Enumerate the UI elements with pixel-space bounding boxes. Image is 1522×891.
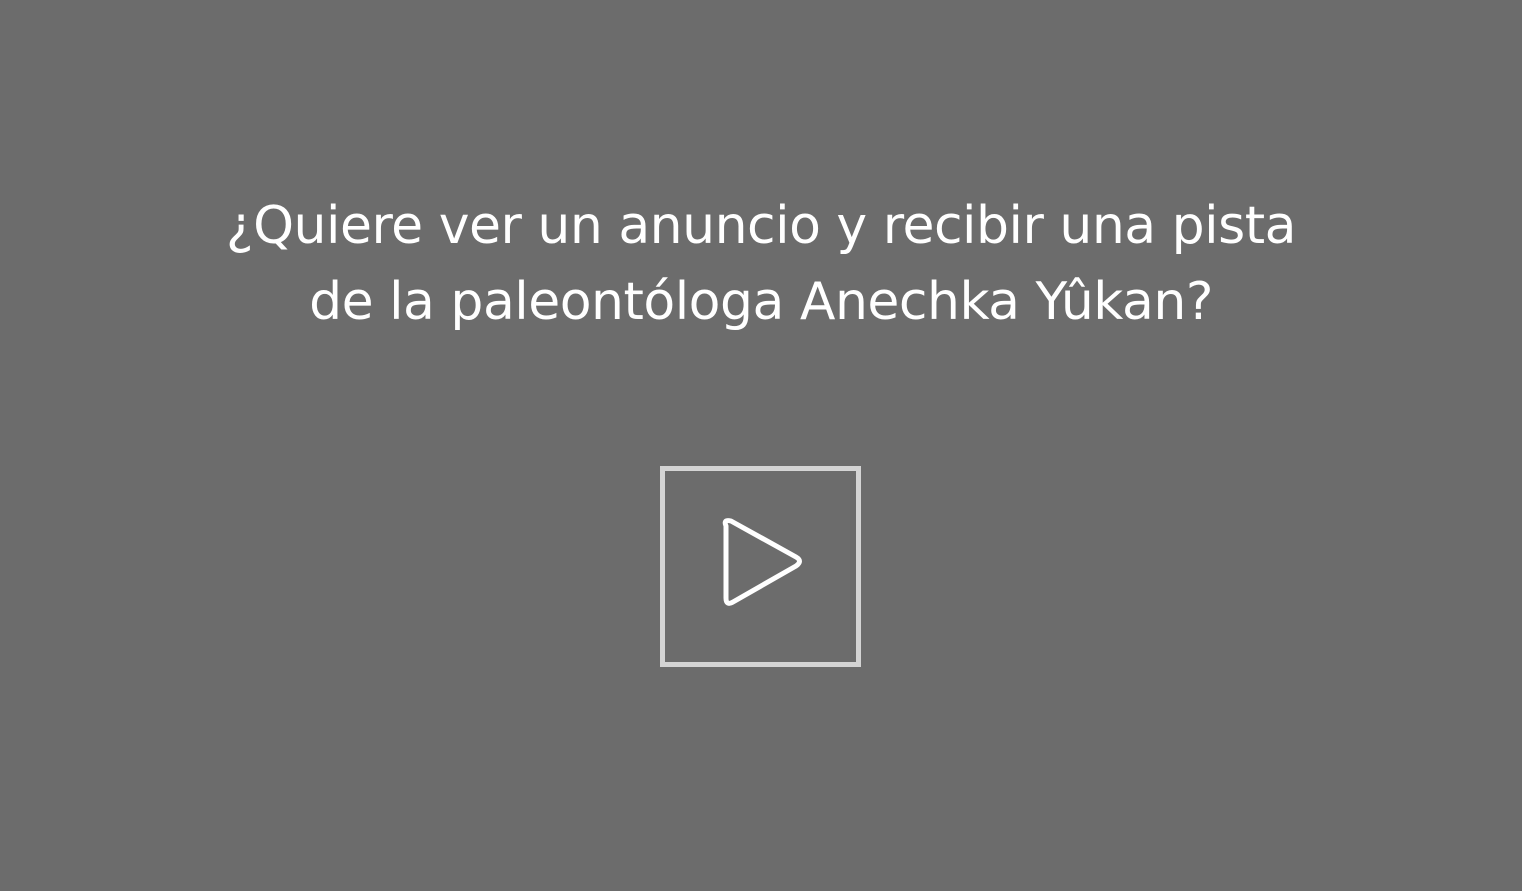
prompt-line-1: ¿Quiere ver un anuncio y recibir una pis… [226,196,1296,256]
ad-offer-prompt: ¿Quiere ver un anuncio y recibir una pis… [0,188,1522,340]
prompt-line-2: de la paleontóloga Anechka Yûkan? [309,272,1213,332]
watch-ad-play-button[interactable] [660,466,861,667]
play-icon [722,518,802,606]
ad-offer-screen: ¿Quiere ver un anuncio y recibir una pis… [0,0,1522,891]
